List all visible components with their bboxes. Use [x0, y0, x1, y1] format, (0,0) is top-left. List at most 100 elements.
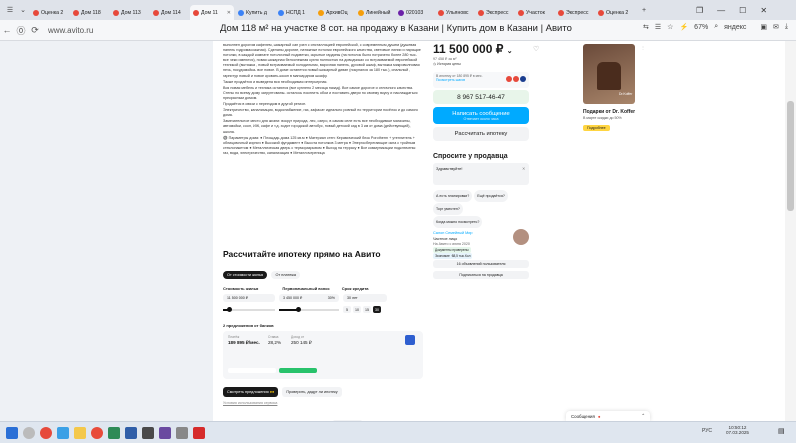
ask-seller-input[interactable]: Здравствуйте! — [433, 163, 529, 185]
taskbar-pdf-icon[interactable] — [193, 427, 205, 439]
tray-lang[interactable]: РУС — [702, 428, 712, 434]
browser-tab[interactable]: Ульяновс — [435, 5, 474, 20]
description-paragraph: Электричество, канализация, водоснабжени… — [223, 108, 418, 118]
browser-tab[interactable]: Линейный — [355, 5, 394, 20]
message-button[interactable]: Написать сообщение Отвечает около часа — [433, 107, 529, 124]
chevron-down-icon[interactable]: ⌄ — [507, 48, 513, 55]
search-engine[interactable]: яндекс — [724, 24, 746, 31]
taskbar-search-icon[interactable] — [23, 427, 35, 439]
browser-tab[interactable]: Экспресс — [555, 5, 594, 20]
seller-since: На Авито с июня 2020 — [433, 242, 470, 246]
browser-tab[interactable]: НСПД 1 — [275, 5, 314, 20]
ad-subtitle: В марте скидки до 50% — [583, 116, 622, 120]
bank-offer-card[interactable]: Платёж 189 895 ₽/мес. Ставка 28,2% Доход… — [223, 331, 423, 379]
bookmarks-icon[interactable]: ❐ — [696, 6, 703, 15]
seller-listings-button[interactable]: 16 объявлений пользователя — [433, 260, 529, 268]
term-option[interactable]: 5 — [343, 306, 351, 313]
price-slider[interactable] — [223, 306, 275, 312]
reload-icon[interactable]: ⟳ — [28, 25, 42, 36]
download-icon[interactable]: ⤓ — [785, 23, 788, 31]
term-input[interactable]: 30 лет — [343, 294, 387, 302]
mortgage-teaser[interactable]: В ипотеку от 180 895 ₽ в мес. Посмотреть… — [433, 72, 529, 88]
chevron-up-icon[interactable]: ⌃ — [641, 413, 645, 419]
quick-question-chip[interactable]: Торг уместен? — [433, 203, 463, 215]
seller-name[interactable]: Салон Семейный Мир — [433, 231, 473, 235]
seller-avatar[interactable] — [513, 229, 529, 245]
browser-tab[interactable]: Дом 11 ✕ — [190, 5, 234, 20]
tab-search-icon[interactable]: ⌄ — [17, 3, 29, 17]
scrollbar[interactable] — [785, 41, 796, 421]
notification-icon[interactable]: ▤ — [778, 427, 785, 435]
browser-tab[interactable]: Дом 114 — [150, 5, 189, 20]
check-mortgage-button[interactable]: Проверить, дадут ли ипотеку — [282, 387, 342, 397]
scrollbar-thumb[interactable] — [787, 101, 794, 211]
taskbar-word-icon[interactable] — [125, 427, 137, 439]
tab-by-payment[interactable]: От платежа — [271, 271, 300, 279]
browser-tab[interactable]: Дом 113 — [110, 5, 149, 20]
new-tab-button[interactable]: + — [638, 3, 650, 17]
reader-icon[interactable]: ☰ — [655, 23, 661, 31]
subscribe-seller-button[interactable]: Подписаться на продавца — [433, 271, 529, 279]
windows-start-icon[interactable] — [6, 427, 18, 439]
price-history-link[interactable]: ◷ История цены — [433, 62, 461, 66]
browser-tab[interactable]: 020103 — [395, 5, 434, 20]
browser-tab[interactable]: Дом 118 — [70, 5, 109, 20]
term-option[interactable]: 10 — [353, 306, 361, 313]
ad-title[interactable]: Подарки от Dr. Koffer — [583, 109, 635, 115]
tray-clock[interactable]: 10:50:12 07.03.2025 — [726, 425, 749, 435]
down-slider[interactable] — [279, 306, 339, 312]
browser-tab[interactable]: Экспресс — [475, 5, 514, 20]
url-field[interactable]: www.avito.ru — [48, 26, 93, 35]
messages-badge: ● — [597, 413, 601, 419]
taskbar-app3-icon[interactable] — [176, 427, 188, 439]
minimize-button[interactable]: — — [717, 6, 725, 15]
term-option[interactable]: 15 — [363, 306, 371, 313]
browser-tab-bar: ☰ ⌄ Оценка 2 Дом 118 Дом 113 Дом 114 Дом 11 ✕… — [0, 0, 796, 20]
offer-tag-1 — [228, 368, 276, 373]
phone-button[interactable]: 8 967 517-46-47 — [433, 90, 529, 104]
taskbar-yandex-icon[interactable] — [40, 427, 52, 439]
ad-options-icon[interactable]: ⋮ — [641, 45, 645, 50]
favorite-icon[interactable]: ♡ — [533, 45, 539, 53]
translate-icon[interactable]: ⇆ — [643, 23, 649, 31]
ad-banner-image[interactable]: Dr.Koffer — [583, 44, 635, 104]
down-input[interactable]: 3 450 000 ₽30% — [279, 294, 339, 302]
maximize-button[interactable]: ☐ — [739, 6, 746, 15]
term-option[interactable]: 30 — [373, 306, 381, 313]
browser-tab[interactable]: Оценка 2 — [30, 5, 69, 20]
back-icon[interactable]: ← — [0, 25, 14, 35]
browser-tab[interactable]: Купить д — [235, 5, 274, 20]
taskbar-browser-icon[interactable] — [91, 427, 103, 439]
quick-question-chip[interactable]: Ещё продаётся? — [474, 190, 508, 202]
taskbar-app-icon[interactable] — [142, 427, 154, 439]
browser-tab[interactable]: Оценка 2 — [595, 5, 634, 20]
tab-favicon-icon — [558, 9, 564, 16]
browser-tab[interactable]: АрхивОц — [315, 5, 354, 20]
quick-question-chip[interactable]: А есть планировки? — [433, 190, 473, 202]
ad-more-button[interactable]: Подробнее — [583, 125, 610, 131]
extensions-icon[interactable]: ▣ — [760, 23, 767, 31]
tab-favicon-icon — [478, 9, 484, 16]
quick-question-chip[interactable]: Когда можно посмотреть? — [433, 216, 483, 228]
view-offers-button[interactable]: Смотреть предложения ●● — [223, 387, 279, 397]
taskbar-folder-icon[interactable] — [74, 427, 86, 439]
taskbar-files-icon[interactable] — [57, 427, 69, 439]
term-options: 5 10 15 30 — [343, 306, 381, 313]
taskbar-app2-icon[interactable] — [159, 427, 171, 439]
terms-link[interactable]: Условия использования сервиса — [223, 401, 423, 405]
clear-icon[interactable]: ✕ — [522, 166, 525, 171]
tab-label: Экспресс — [566, 9, 589, 16]
browser-tab[interactable]: Участок — [515, 5, 554, 20]
search-icon[interactable]: ⌕ — [714, 23, 718, 31]
bookmark-icon[interactable]: ☆ — [667, 23, 673, 31]
yandex-home-icon[interactable]: ⓪ — [14, 24, 28, 37]
browser-menu-icon[interactable]: ☰ — [4, 3, 16, 17]
messages-widget[interactable]: Сообщения ● ⌃ — [566, 411, 650, 421]
price-input[interactable]: 11 500 000 ₽ — [223, 294, 275, 302]
close-window-button[interactable]: ✕ — [760, 6, 767, 15]
calc-mortgage-button[interactable]: Рассчитать ипотеку — [433, 127, 529, 141]
taskbar-excel-icon[interactable] — [108, 427, 120, 439]
mail-icon[interactable]: ✉ — [773, 23, 779, 31]
tab-by-price[interactable]: От стоимости жилья — [223, 271, 268, 279]
close-tab-icon[interactable]: ✕ — [227, 10, 231, 16]
